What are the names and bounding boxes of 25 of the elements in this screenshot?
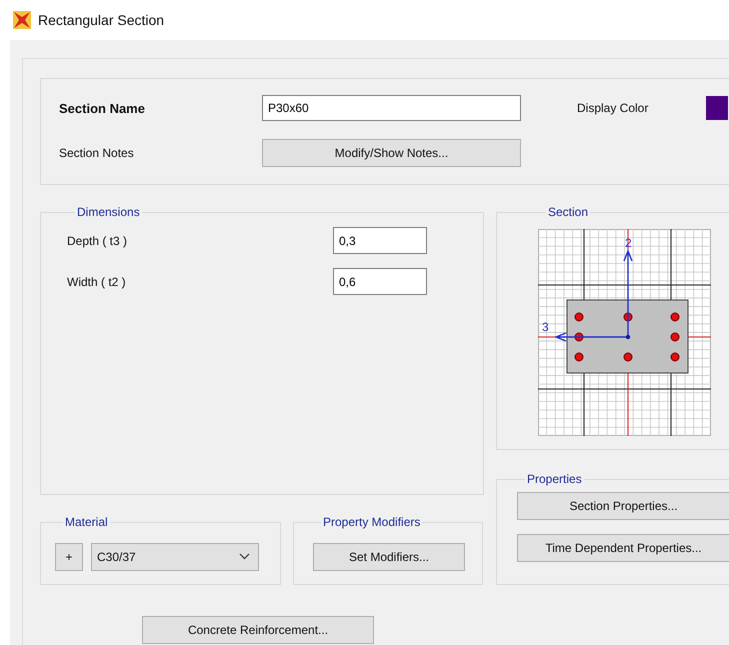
- set-modifiers-button[interactable]: Set Modifiers...: [313, 542, 465, 570]
- color-swatch[interactable]: [706, 96, 728, 120]
- properties-button[interactable]: Section Properties...: [517, 492, 729, 520]
- field-label: Display Color: [577, 101, 648, 115]
- material-dropdown[interactable]: C30/37: [91, 542, 259, 570]
- axis-label: 3: [542, 320, 549, 334]
- reinforcement-button[interactable]: Concrete Reinforcement...: [142, 616, 374, 644]
- window-title: Rectangular Section: [38, 12, 164, 28]
- group-title: Properties: [526, 472, 583, 486]
- field-label: Depth ( t3 ): [67, 234, 128, 248]
- field-label: Section Notes: [59, 146, 135, 160]
- dimension-field[interactable]: 0,3: [333, 227, 427, 254]
- group-title: Dimensions: [76, 205, 141, 219]
- notes-button[interactable]: Modify/Show Notes...: [262, 139, 521, 167]
- field-label: Width ( t2 ): [67, 274, 127, 288]
- app-icon: [12, 10, 32, 30]
- group-title: Property Modifiers: [322, 515, 422, 529]
- properties-button[interactable]: Time Dependent Properties...: [517, 534, 729, 562]
- chevron-icon: [239, 553, 250, 560]
- field-label: Section Name: [59, 100, 146, 116]
- group-title: Material: [64, 515, 109, 529]
- section-name-field[interactable]: P30x60: [262, 95, 521, 121]
- group-title: Section: [547, 205, 590, 219]
- dimension-field[interactable]: 0,6: [333, 268, 427, 295]
- add-button[interactable]: +: [55, 542, 83, 570]
